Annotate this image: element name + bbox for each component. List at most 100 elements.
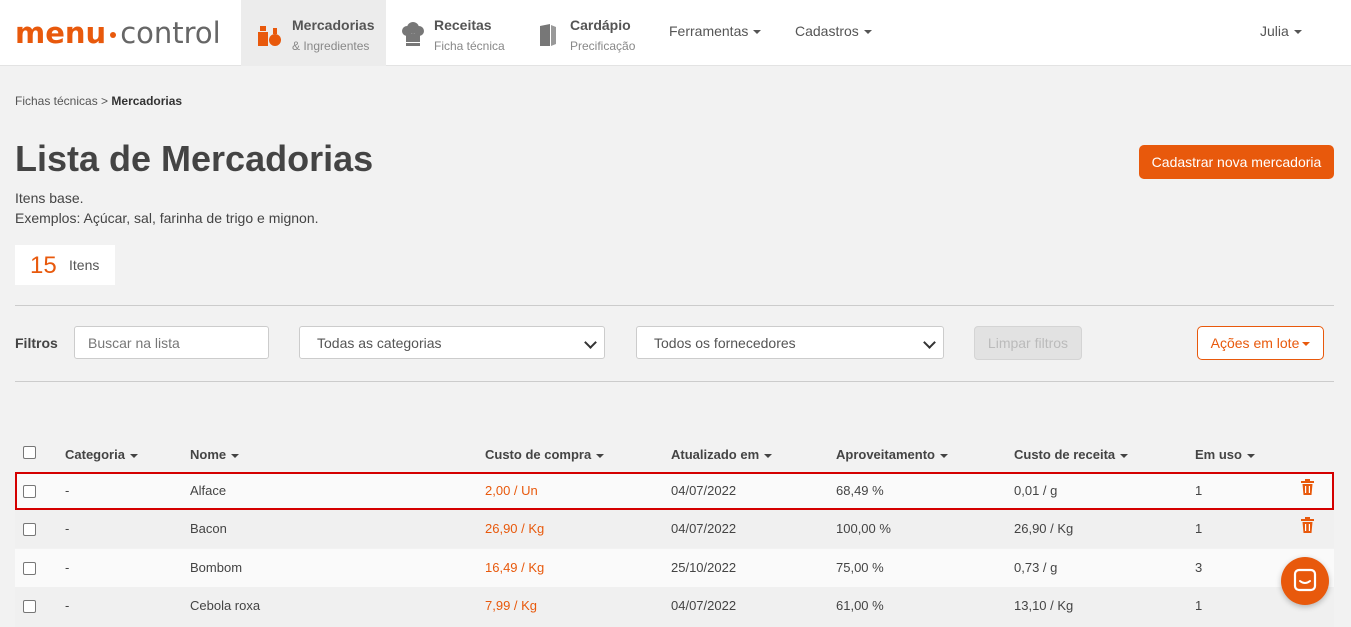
new-item-button[interactable]: Cadastrar nova mercadoria — [1139, 145, 1334, 179]
trash-icon[interactable] — [1301, 517, 1314, 533]
clear-filters-button[interactable]: Limpar filtros — [974, 326, 1082, 360]
select-all-checkbox[interactable] — [23, 446, 36, 459]
ferramentas-label: Ferramentas — [669, 23, 749, 39]
cell-custo-compra[interactable]: 26,90 / Kg — [485, 521, 544, 536]
cell-custo-compra[interactable]: 16,49 / Kg — [485, 560, 544, 575]
header-categoria[interactable]: Categoria — [65, 447, 138, 462]
logo-dot — [110, 32, 117, 38]
row-checkbox[interactable] — [23, 485, 36, 498]
item-count-label: Itens — [69, 257, 100, 273]
logo-part2: control — [120, 16, 221, 50]
cell-custo-compra[interactable]: 2,00 / Un — [485, 483, 538, 498]
table-row[interactable]: - Bombom 16,49 / Kg 25/10/2022 75,00 % 0… — [15, 549, 1334, 587]
logo[interactable]: menu control — [15, 16, 221, 50]
nav-mercadorias-subtitle: & Ingredientes — [292, 39, 370, 53]
table-row[interactable]: - Bacon 26,90 / Kg 04/07/2022 100,00 % 2… — [15, 510, 1334, 548]
cell-em-uso: 1 — [1195, 521, 1203, 536]
cell-aproveitamento: 75,00 % — [836, 560, 884, 575]
cell-atualizado: 04/07/2022 — [671, 521, 737, 536]
header-custo-receita[interactable]: Custo de receita — [1014, 447, 1129, 462]
cell-atualizado: 25/10/2022 — [671, 560, 737, 575]
cell-em-uso: 1 — [1195, 598, 1203, 613]
nav-cardapio-title: Cardápio — [570, 17, 631, 33]
divider — [15, 381, 1334, 382]
chevron-down-icon — [753, 30, 762, 35]
cell-nome[interactable]: Bombom — [190, 560, 242, 575]
chef-hat-icon — [402, 22, 424, 46]
nav-cardapio-subtitle: Precificação — [570, 39, 636, 53]
table-row[interactable]: - Cebola roxa 7,99 / Kg 04/07/2022 61,00… — [15, 587, 1334, 627]
cell-categoria: - — [65, 521, 70, 536]
category-select[interactable]: Todas as categorias — [299, 326, 605, 359]
filters-label: Filtros — [15, 335, 58, 351]
sort-icon — [231, 453, 240, 458]
cell-categoria: - — [65, 598, 70, 613]
user-name: Julia — [1260, 23, 1289, 39]
cell-nome[interactable]: Alface — [190, 483, 226, 498]
nav-receitas-title: Receitas — [434, 17, 492, 33]
breadcrumb: Fichas técnicas > Mercadorias — [15, 94, 182, 108]
header-label: Atualizado em — [671, 447, 760, 462]
nav-mercadorias-title: Mercadorias — [292, 17, 375, 33]
category-select-value: Todas as categorias — [317, 335, 442, 351]
nav-receitas-subtitle: Ficha técnica — [434, 39, 505, 53]
trash-icon[interactable] — [1301, 479, 1314, 495]
row-checkbox[interactable] — [23, 600, 36, 613]
search-placeholder: Buscar na lista — [88, 335, 180, 351]
nav-mercadorias[interactable]: Mercadorias & Ingredientes — [241, 0, 386, 66]
header-em-uso[interactable]: Em uso — [1195, 447, 1255, 462]
sort-icon — [1246, 453, 1255, 458]
chat-button[interactable] — [1281, 557, 1329, 605]
bulk-actions-button[interactable]: Ações em lote — [1197, 326, 1324, 360]
cell-categoria: - — [65, 560, 70, 575]
breadcrumb-parent[interactable]: Fichas técnicas — [15, 94, 98, 108]
header-label: Categoria — [65, 447, 125, 462]
cell-custo-receita: 13,10 / Kg — [1014, 598, 1074, 613]
table-row[interactable]: - Alface 2,00 / Un 04/07/2022 68,49 % 0,… — [15, 472, 1334, 510]
supplier-select[interactable]: Todos os fornecedores — [636, 326, 944, 359]
page-description-1: Itens base. — [15, 190, 84, 206]
sort-icon — [129, 453, 138, 458]
row-checkbox[interactable] — [23, 523, 36, 536]
cadastros-label: Cadastros — [795, 23, 859, 39]
cell-atualizado: 04/07/2022 — [671, 598, 737, 613]
header-label: Em uso — [1195, 447, 1242, 462]
page-description-2: Exemplos: Açúcar, sal, farinha de trigo … — [15, 210, 319, 226]
nav-receitas[interactable]: Receitas Ficha técnica — [386, 0, 518, 66]
top-navbar: menu control Mercadorias & Ingredientes R… — [0, 0, 1351, 66]
divider — [15, 305, 1334, 306]
user-menu[interactable]: Julia — [1260, 23, 1302, 39]
cell-custo-receita: 0,73 / g — [1014, 560, 1058, 575]
cadastros-dropdown[interactable]: Cadastros — [795, 23, 872, 39]
sort-icon — [939, 453, 948, 458]
header-nome[interactable]: Nome — [190, 447, 240, 462]
logo-part1: menu — [15, 16, 107, 50]
header-label: Nome — [190, 447, 227, 462]
chevron-down-icon — [923, 336, 936, 349]
cell-nome[interactable]: Bacon — [190, 521, 227, 536]
header-atualizado[interactable]: Atualizado em — [671, 447, 773, 462]
cell-categoria: - — [65, 483, 70, 498]
header-custo-compra[interactable]: Custo de compra — [485, 447, 605, 462]
cell-aproveitamento: 61,00 % — [836, 598, 884, 613]
header-aproveitamento[interactable]: Aproveitamento — [836, 447, 948, 462]
row-checkbox[interactable] — [23, 562, 36, 575]
cell-custo-receita: 0,01 / g — [1014, 483, 1058, 498]
sort-icon — [1120, 453, 1129, 458]
menu-book-icon — [540, 24, 556, 46]
cell-custo-compra[interactable]: 7,99 / Kg — [485, 598, 537, 613]
header-label: Custo de compra — [485, 447, 592, 462]
sort-icon — [764, 453, 773, 458]
supplier-select-value: Todos os fornecedores — [654, 335, 796, 351]
cell-em-uso: 1 — [1195, 483, 1203, 498]
ingredients-icon — [258, 26, 281, 46]
cell-atualizado: 04/07/2022 — [671, 483, 737, 498]
chat-icon — [1293, 568, 1317, 592]
item-count-box: 15 Itens — [15, 245, 115, 285]
cell-nome[interactable]: Cebola roxa — [190, 598, 260, 613]
header-label: Custo de receita — [1014, 447, 1116, 462]
search-input[interactable]: Buscar na lista — [74, 326, 269, 359]
header-label: Aproveitamento — [836, 447, 935, 462]
ferramentas-dropdown[interactable]: Ferramentas — [669, 23, 762, 39]
nav-cardapio[interactable]: Cardápio Precificação — [518, 0, 648, 66]
